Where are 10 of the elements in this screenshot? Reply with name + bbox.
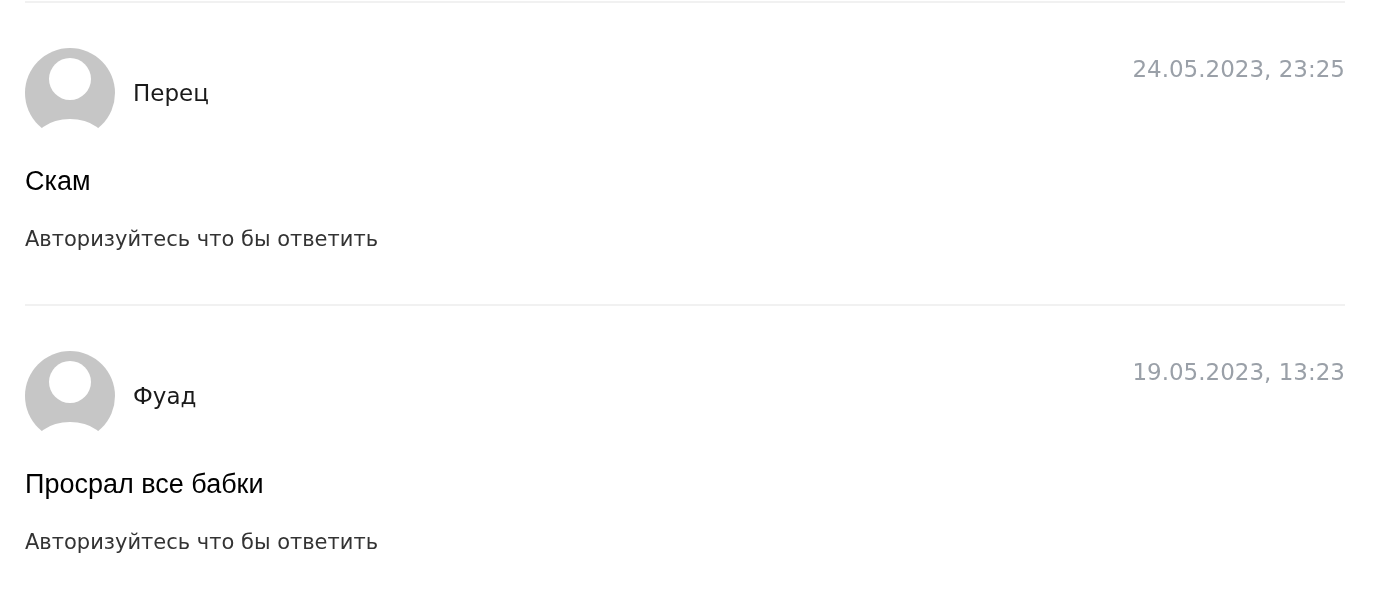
avatar-icon [25, 48, 115, 138]
login-prompt[interactable]: Авторизуйтесь что бы ответить [25, 530, 379, 554]
comment-text: Просрал все бабки [25, 469, 264, 500]
author-name: Перец [133, 80, 209, 106]
avatar-icon [25, 351, 115, 441]
comment-date: 24.05.2023, 23:25 [1132, 56, 1345, 82]
comment-text: Скам [25, 166, 91, 197]
comment-date: 19.05.2023, 13:23 [1132, 359, 1345, 385]
login-prompt[interactable]: Авторизуйтесь что бы ответить [25, 227, 379, 251]
author-name: Фуад [133, 383, 197, 409]
